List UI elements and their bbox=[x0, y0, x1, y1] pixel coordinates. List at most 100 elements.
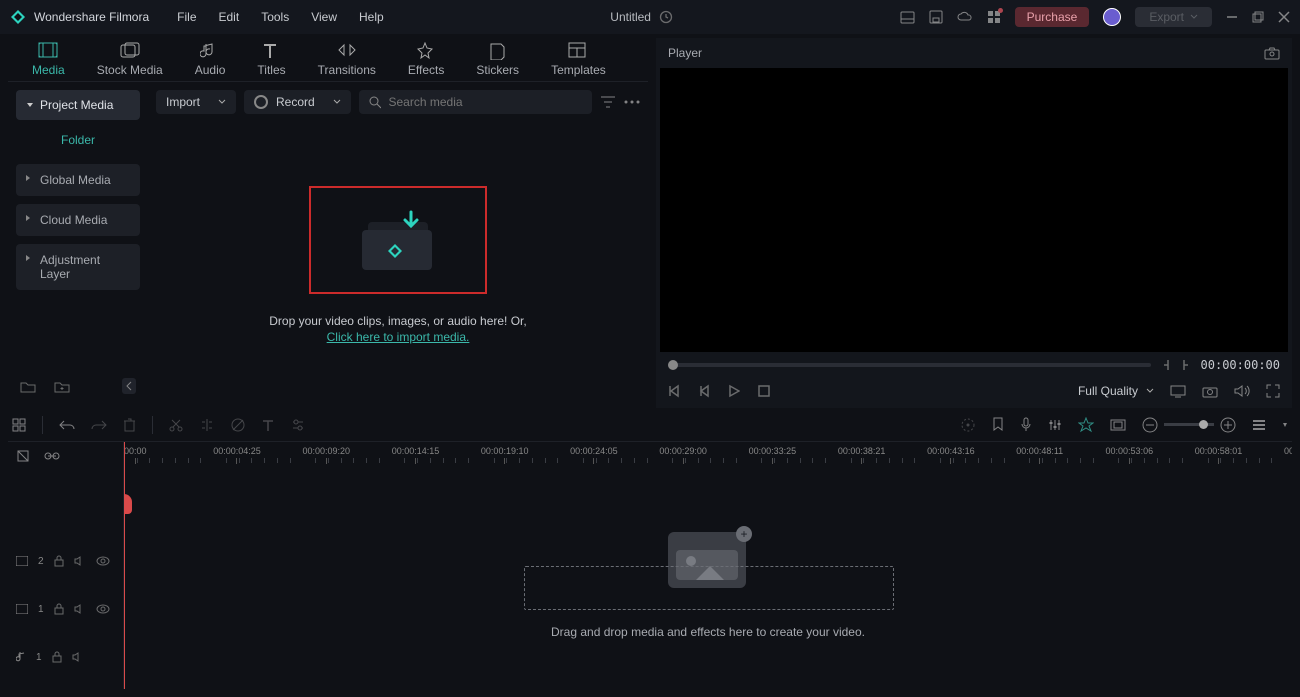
more-icon[interactable] bbox=[624, 100, 640, 104]
purchase-button[interactable]: Purchase bbox=[1015, 7, 1090, 27]
import-dropdown[interactable]: Import bbox=[156, 90, 236, 114]
marker-icon[interactable] bbox=[992, 417, 1004, 432]
mute-icon[interactable] bbox=[74, 604, 86, 614]
tab-transitions[interactable]: Transitions bbox=[318, 42, 376, 77]
filter-icon[interactable] bbox=[600, 95, 616, 109]
grid-icon[interactable] bbox=[12, 418, 26, 432]
playhead[interactable] bbox=[124, 442, 125, 689]
collapse-sidebar-icon[interactable] bbox=[122, 378, 136, 394]
tab-titles[interactable]: Titles bbox=[257, 42, 285, 77]
aspect-icon[interactable] bbox=[1110, 419, 1126, 431]
volume-icon[interactable] bbox=[1234, 384, 1250, 398]
play-icon[interactable] bbox=[728, 384, 740, 398]
lock-icon[interactable] bbox=[54, 555, 64, 567]
step-back-icon[interactable] bbox=[698, 384, 710, 398]
track-options-icon[interactable] bbox=[1282, 419, 1288, 431]
display-icon[interactable] bbox=[1170, 385, 1186, 398]
zoom-slider[interactable] bbox=[1164, 423, 1214, 426]
menu-view[interactable]: View bbox=[311, 10, 337, 24]
mute-icon[interactable] bbox=[72, 652, 84, 662]
search-input[interactable] bbox=[389, 95, 583, 109]
eye-icon[interactable] bbox=[96, 556, 110, 566]
adjust-icon[interactable] bbox=[291, 418, 305, 432]
tab-stickers[interactable]: Stickers bbox=[476, 42, 519, 77]
mute-icon[interactable] bbox=[74, 556, 86, 566]
tab-templates[interactable]: Templates bbox=[551, 42, 606, 77]
tab-stock-media[interactable]: Stock Media bbox=[97, 42, 163, 77]
lock-icon[interactable] bbox=[54, 603, 64, 615]
save-icon[interactable] bbox=[929, 10, 943, 24]
auto-beat-icon[interactable] bbox=[1078, 417, 1094, 433]
layout-icon[interactable] bbox=[900, 11, 915, 24]
undo-icon[interactable] bbox=[59, 419, 75, 431]
menu-file[interactable]: File bbox=[177, 10, 196, 24]
render-icon[interactable] bbox=[960, 417, 976, 433]
voiceover-icon[interactable] bbox=[1020, 417, 1032, 432]
seek-slider[interactable] bbox=[668, 363, 1151, 367]
zoom-out-icon[interactable] bbox=[1142, 417, 1158, 433]
link-icon[interactable] bbox=[44, 451, 60, 461]
eye-icon[interactable] bbox=[96, 604, 110, 614]
text-icon[interactable] bbox=[261, 418, 275, 432]
menu-tools[interactable]: Tools bbox=[261, 10, 289, 24]
import-media-link[interactable]: Click here to import media. bbox=[327, 330, 470, 344]
media-panel: Media Stock Media Audio Titles Transitio… bbox=[8, 38, 648, 408]
asset-tabs: Media Stock Media Audio Titles Transitio… bbox=[8, 38, 648, 82]
audio-mixer-icon[interactable] bbox=[1048, 418, 1062, 432]
track-head-audio-1[interactable]: 1 bbox=[8, 633, 123, 681]
tab-audio[interactable]: Audio bbox=[195, 42, 226, 77]
crop-icon[interactable] bbox=[231, 418, 245, 432]
fullscreen-icon[interactable] bbox=[1266, 384, 1280, 398]
quality-dropdown[interactable]: Full Quality bbox=[1078, 384, 1154, 398]
snapshot-icon[interactable] bbox=[1264, 46, 1280, 60]
add-media-icon[interactable]: + bbox=[736, 526, 752, 542]
mark-in-icon[interactable] bbox=[1161, 358, 1171, 372]
minimize-icon[interactable] bbox=[1226, 11, 1238, 23]
player-viewport[interactable] bbox=[660, 68, 1288, 352]
snap-icon[interactable] bbox=[16, 449, 30, 463]
maximize-icon[interactable] bbox=[1252, 11, 1264, 23]
new-folder-icon[interactable] bbox=[20, 380, 36, 393]
cut-icon[interactable] bbox=[169, 418, 183, 432]
sidebar-item-adjustment-layer[interactable]: Adjustment Layer bbox=[16, 244, 140, 290]
ruler-tick: 00:00:14:15 bbox=[392, 446, 440, 464]
new-bin-icon[interactable] bbox=[54, 380, 70, 393]
split-icon[interactable] bbox=[199, 418, 215, 432]
camera-icon[interactable] bbox=[1202, 385, 1218, 398]
timeline-canvas[interactable]: 00:0000:00:04:2500:00:09:2000:00:14:1500… bbox=[124, 442, 1292, 689]
ruler-tick: 00:00:04:25 bbox=[213, 446, 261, 464]
export-button[interactable]: Export bbox=[1135, 7, 1212, 27]
sidebar-item-global-media[interactable]: Global Media bbox=[16, 164, 140, 196]
menu-edit[interactable]: Edit bbox=[219, 10, 240, 24]
media-drop-area[interactable]: Drop your video clips, images, or audio … bbox=[148, 122, 648, 408]
track-view-icon[interactable] bbox=[1252, 418, 1266, 432]
apps-icon[interactable] bbox=[987, 10, 1001, 24]
ruler-tick: 00:00 bbox=[124, 446, 147, 464]
prev-frame-icon[interactable] bbox=[668, 384, 680, 398]
search-media[interactable] bbox=[359, 90, 592, 114]
redo-icon[interactable] bbox=[91, 419, 107, 431]
menu-help[interactable]: Help bbox=[359, 10, 384, 24]
sidebar-item-cloud-media[interactable]: Cloud Media bbox=[16, 204, 140, 236]
ruler-tick: 00:00:58:01 bbox=[1195, 446, 1243, 464]
history-icon[interactable] bbox=[659, 10, 673, 24]
tab-media[interactable]: Media bbox=[32, 42, 65, 77]
timeline-drop-zone[interactable] bbox=[524, 566, 894, 610]
record-dropdown[interactable]: Record bbox=[244, 90, 351, 114]
track-head-video-1[interactable]: 1 bbox=[8, 585, 123, 633]
delete-icon[interactable] bbox=[123, 417, 136, 432]
lock-icon[interactable] bbox=[52, 651, 62, 663]
track-head-video-2[interactable]: 2 bbox=[8, 537, 123, 585]
user-avatar[interactable] bbox=[1103, 8, 1121, 26]
import-dropzone[interactable] bbox=[309, 186, 487, 294]
track-headers: 2 1 1 bbox=[8, 442, 124, 689]
time-ruler[interactable]: 00:0000:00:04:2500:00:09:2000:00:14:1500… bbox=[124, 442, 1292, 470]
tab-effects[interactable]: Effects bbox=[408, 42, 444, 77]
close-icon[interactable] bbox=[1278, 11, 1290, 23]
sidebar-head-project-media[interactable]: Project Media bbox=[16, 90, 140, 120]
zoom-in-icon[interactable] bbox=[1220, 417, 1236, 433]
mark-out-icon[interactable] bbox=[1181, 358, 1191, 372]
sidebar-item-folder[interactable]: Folder bbox=[16, 124, 140, 156]
cloud-icon[interactable] bbox=[957, 11, 973, 23]
stop-icon[interactable] bbox=[758, 384, 770, 398]
